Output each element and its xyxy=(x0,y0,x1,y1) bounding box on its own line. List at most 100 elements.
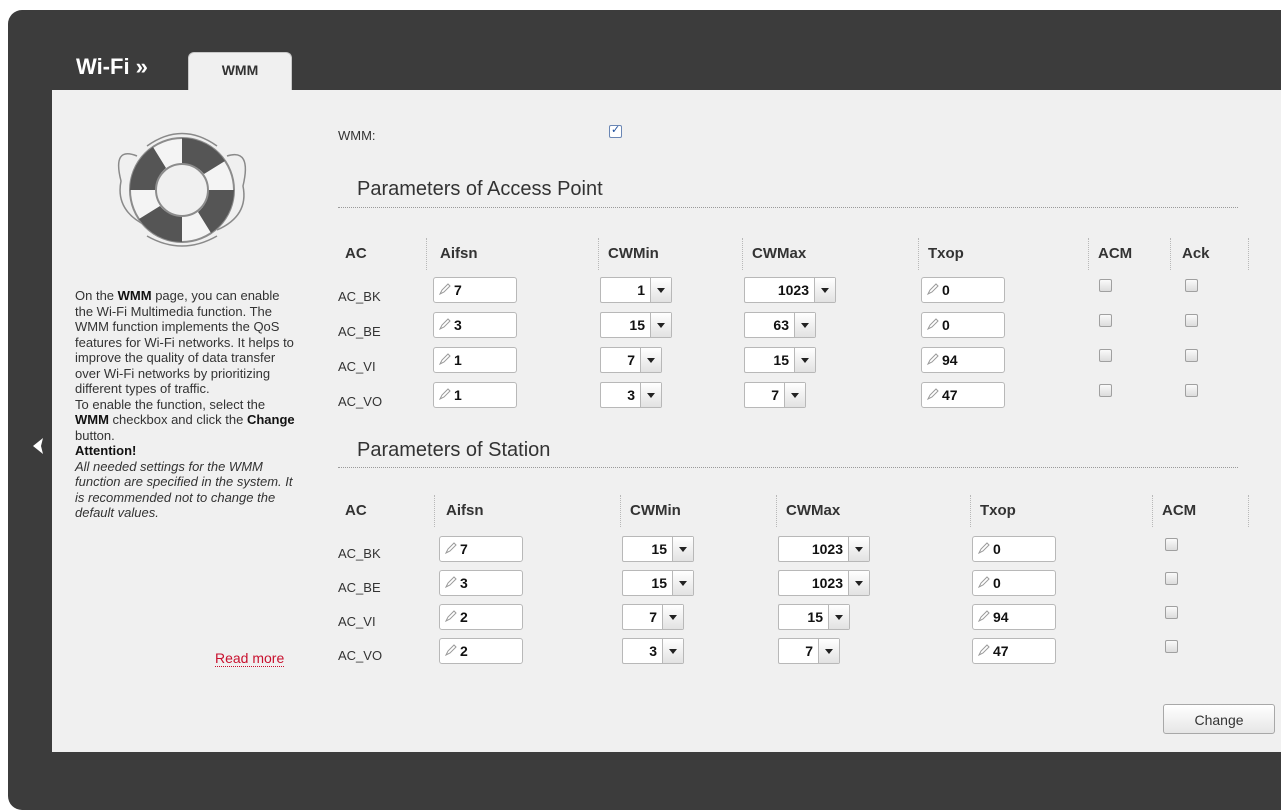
chevron-down-icon xyxy=(848,537,869,561)
pencil-icon xyxy=(445,644,457,656)
chevron-down-icon xyxy=(640,383,661,407)
page-title: Wi-Fi » xyxy=(76,54,148,79)
attention-label: Attention! xyxy=(75,443,137,458)
station-header-acm: ACM xyxy=(1162,502,1197,519)
ap-cwmax-select[interactable]: 63 xyxy=(744,312,816,338)
station-aifsn-input[interactable]: 7 xyxy=(439,536,523,562)
column-divider xyxy=(742,238,743,270)
ap-txop-input[interactable]: 0 xyxy=(921,312,1005,338)
ap-acm-checkbox[interactable] xyxy=(1099,349,1112,362)
column-divider xyxy=(620,495,621,527)
station-section-title: Parameters of Station xyxy=(357,439,551,461)
ap-cwmin-select[interactable]: 1 xyxy=(600,277,672,303)
station-acm-checkbox[interactable] xyxy=(1165,606,1178,619)
pencil-icon xyxy=(439,318,451,330)
ap-aifsn-input[interactable]: 3 xyxy=(433,312,517,338)
ap-txop-input[interactable]: 47 xyxy=(921,382,1005,408)
pencil-icon xyxy=(439,353,451,365)
station-row-ac: AC_BE xyxy=(338,580,381,595)
ap-acm-checkbox[interactable] xyxy=(1099,314,1112,327)
station-cwmin-select[interactable]: 7 xyxy=(622,604,684,630)
chevron-down-icon xyxy=(794,348,815,372)
station-cwmin-select[interactable]: 15 xyxy=(622,570,694,596)
chevron-down-icon xyxy=(784,383,805,407)
station-txop-input[interactable]: 94 xyxy=(972,604,1056,630)
chevron-left-icon[interactable] xyxy=(30,437,46,455)
chevron-down-icon xyxy=(650,313,671,337)
pencil-icon xyxy=(927,353,939,365)
station-cwmax-select[interactable]: 1023 xyxy=(778,536,870,562)
pencil-icon xyxy=(439,388,451,400)
station-acm-checkbox[interactable] xyxy=(1165,640,1178,653)
ap-txop-input[interactable]: 0 xyxy=(921,277,1005,303)
station-header-cwmax: CWMax xyxy=(786,502,841,519)
ap-row-ac: AC_VI xyxy=(338,359,376,374)
ap-header-ac: AC xyxy=(345,245,367,262)
chevron-down-icon xyxy=(828,605,849,629)
ap-row-ac: AC_BK xyxy=(338,289,381,304)
column-divider xyxy=(1248,238,1249,270)
station-row-ac: AC_BK xyxy=(338,546,381,561)
lifebuoy-icon xyxy=(117,132,247,247)
ap-separator xyxy=(338,207,1238,208)
column-divider xyxy=(598,238,599,270)
chevron-down-icon xyxy=(640,348,661,372)
ap-header-ack: Ack xyxy=(1182,245,1210,262)
station-cwmax-select[interactable]: 15 xyxy=(778,604,850,630)
ap-ack-checkbox[interactable] xyxy=(1185,314,1198,327)
ap-header-cwmax: CWMax xyxy=(752,245,807,262)
column-divider xyxy=(1170,238,1171,270)
ap-row-ac: AC_VO xyxy=(338,394,383,409)
pencil-icon xyxy=(927,318,939,330)
ap-ack-checkbox[interactable] xyxy=(1185,384,1198,397)
pencil-icon xyxy=(439,283,451,295)
station-aifsn-input[interactable]: 2 xyxy=(439,604,523,630)
ap-cwmin-select[interactable]: 3 xyxy=(600,382,662,408)
help-text: On the WMM page, you can enable the Wi-F… xyxy=(75,288,295,521)
ap-header-txop: Txop xyxy=(928,245,964,262)
station-header-aifsn: Aifsn xyxy=(446,502,484,519)
ap-cwmax-select[interactable]: 1023 xyxy=(744,277,836,303)
pencil-icon xyxy=(927,283,939,295)
ap-acm-checkbox[interactable] xyxy=(1099,279,1112,292)
pencil-icon xyxy=(445,610,457,622)
pencil-icon xyxy=(978,644,990,656)
ap-cwmin-select[interactable]: 15 xyxy=(600,312,672,338)
ap-aifsn-input[interactable]: 1 xyxy=(433,347,517,373)
ap-aifsn-input[interactable]: 1 xyxy=(433,382,517,408)
station-acm-checkbox[interactable] xyxy=(1165,572,1178,585)
wmm-checkbox[interactable] xyxy=(609,123,622,138)
ap-acm-checkbox[interactable] xyxy=(1099,384,1112,397)
station-acm-checkbox[interactable] xyxy=(1165,538,1178,551)
ap-row-ac: AC_BE xyxy=(338,324,381,339)
chevron-down-icon xyxy=(814,278,835,302)
station-row-ac: AC_VO xyxy=(338,648,383,663)
station-cwmax-select[interactable]: 1023 xyxy=(778,570,870,596)
station-cwmax-select[interactable]: 7 xyxy=(778,638,840,664)
ap-cwmin-select[interactable]: 7 xyxy=(600,347,662,373)
chevron-down-icon xyxy=(662,605,683,629)
station-aifsn-input[interactable]: 2 xyxy=(439,638,523,664)
station-cwmin-select[interactable]: 15 xyxy=(622,536,694,562)
station-aifsn-input[interactable]: 3 xyxy=(439,570,523,596)
read-more-link[interactable]: Read more xyxy=(215,650,285,667)
ap-txop-input[interactable]: 94 xyxy=(921,347,1005,373)
ap-aifsn-input[interactable]: 7 xyxy=(433,277,517,303)
ap-ack-checkbox[interactable] xyxy=(1185,279,1198,292)
attention-text: All needed settings for the WMM function… xyxy=(75,458,293,521)
station-txop-input[interactable]: 0 xyxy=(972,536,1056,562)
change-button[interactable]: Change xyxy=(1163,704,1275,734)
chevron-down-icon xyxy=(848,571,869,595)
ap-ack-checkbox[interactable] xyxy=(1185,349,1198,362)
station-cwmin-select[interactable]: 3 xyxy=(622,638,684,664)
pencil-icon xyxy=(978,576,990,588)
chevron-down-icon xyxy=(672,537,693,561)
station-txop-input[interactable]: 47 xyxy=(972,638,1056,664)
ap-cwmax-select[interactable]: 7 xyxy=(744,382,806,408)
station-header-txop: Txop xyxy=(980,502,1016,519)
ap-cwmax-select[interactable]: 15 xyxy=(744,347,816,373)
station-txop-input[interactable]: 0 xyxy=(972,570,1056,596)
station-header-cwmin: CWMin xyxy=(630,502,681,519)
tab-wmm[interactable]: WMM xyxy=(188,52,292,93)
station-header-ac: AC xyxy=(345,502,367,519)
